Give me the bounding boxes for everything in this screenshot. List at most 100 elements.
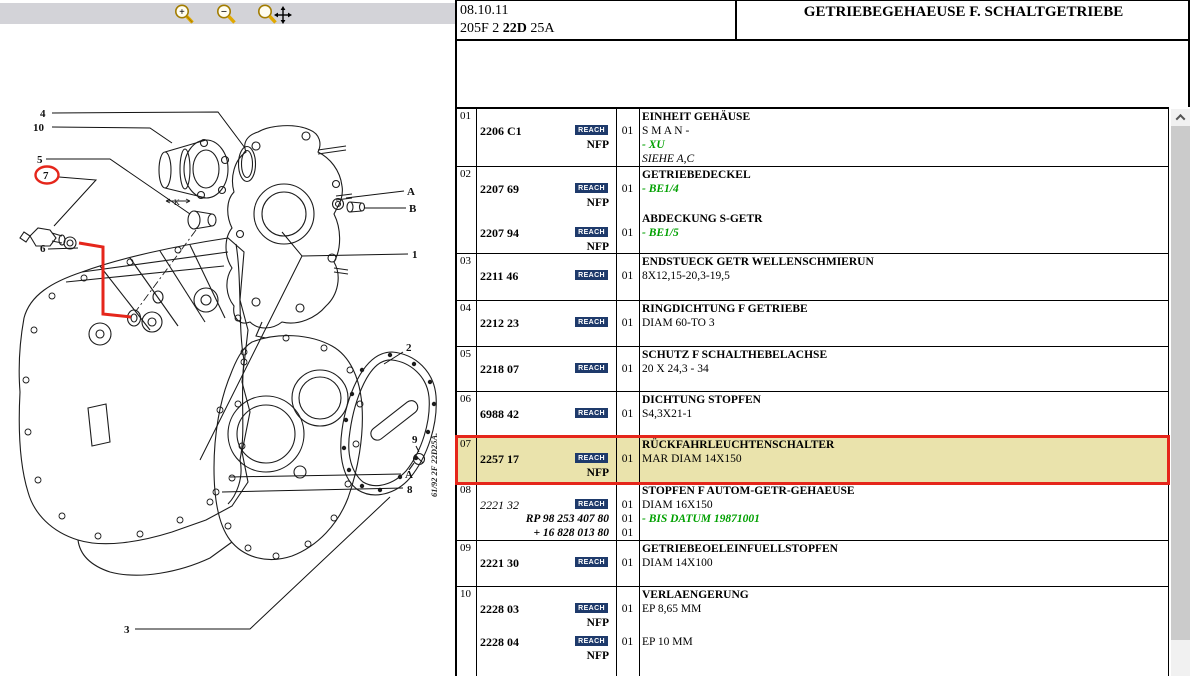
- table-scrollbar[interactable]: [1171, 109, 1190, 676]
- parts-table: 01 EINHEIT GEHÄUSE 2206 C1 REACH 01 S M …: [457, 107, 1169, 676]
- part-title: RÜCKFAHRLEUCHTENSCHALTER: [642, 439, 834, 452]
- bell-housing-front-drawing: [226, 126, 352, 338]
- superseded-part-number[interactable]: RP 98 253 407 80: [480, 513, 609, 526]
- scroll-up-button[interactable]: [1171, 109, 1190, 126]
- zoom-in-button[interactable]: +: [172, 3, 198, 24]
- header-reference-block: 08.10.11 205F 2 22D 25A: [457, 1, 737, 40]
- row-ref: 03: [460, 255, 471, 268]
- nfp-label: NFP: [480, 197, 609, 210]
- callout-8[interactable]: 8: [407, 484, 413, 496]
- reach-badge[interactable]: REACH: [575, 408, 608, 418]
- dimension-label-k: K: [174, 198, 180, 207]
- quantity: 01: [617, 499, 638, 512]
- part-title: STOPFEN F AUTOM-GETR-GEHAEUSE: [642, 485, 855, 498]
- nfp-label: NFP: [480, 139, 609, 152]
- part-title: ENDSTUECK GETR WELLENSCHMIERUN: [642, 256, 874, 269]
- part-see-also: SIEHE A,C: [642, 153, 694, 166]
- nfp-label: NFP: [480, 467, 609, 480]
- part-number[interactable]: 2221 32: [480, 499, 519, 512]
- scrollbar-thumb[interactable]: [1171, 126, 1190, 640]
- part-note: - BE1/5: [642, 227, 679, 240]
- replacement-part-number[interactable]: + 16 828 013 80: [480, 527, 609, 540]
- quantity: 01: [617, 527, 638, 540]
- callout-10[interactable]: 10: [33, 122, 45, 134]
- scroll-up-icon: [1176, 114, 1186, 124]
- extension-unit-drawing: [159, 140, 229, 204]
- part-note: - BIS DATUM 19871001: [642, 513, 760, 526]
- table-row-02[interactable]: 02 GETRIEBEDECKEL 2207 69 REACH 01 - BE1…: [457, 167, 1168, 254]
- table-row-04[interactable]: 04 RINGDICHTUNG F GETRIEBE 2212 23 REACH…: [457, 301, 1168, 347]
- row-ref: 05: [460, 348, 471, 361]
- reach-badge[interactable]: REACH: [575, 125, 608, 135]
- reverse-switch-drawing: [20, 228, 76, 249]
- part-number[interactable]: 2211 46: [480, 270, 518, 283]
- table-row-03[interactable]: 03 ENDSTUECK GETR WELLENSCHMIERUN 2211 4…: [457, 254, 1168, 301]
- callout-7-highlighted[interactable]: 7: [43, 170, 49, 182]
- row-ref: 10: [460, 588, 471, 601]
- washer-and-plug-drawing: [333, 199, 365, 213]
- part-number[interactable]: 2228 04: [480, 636, 519, 649]
- part-number[interactable]: 2221 30: [480, 557, 519, 570]
- part-number[interactable]: 2207 69: [480, 183, 519, 196]
- zoom-pan-icon: [256, 3, 292, 25]
- quantity: 01: [617, 408, 638, 421]
- part-number[interactable]: 2212 23: [480, 317, 519, 330]
- gearbox-line-art: [19, 126, 436, 576]
- callout-5[interactable]: 5: [37, 154, 43, 166]
- part-detail: S M A N -: [642, 125, 689, 138]
- callout-b[interactable]: B: [409, 203, 417, 215]
- header-spacer-box: [457, 41, 1190, 107]
- page-title: GETRIEBEGEHAEUSE F. SCHALTGETRIEBE: [739, 1, 1188, 40]
- part-number[interactable]: 2206 C1: [480, 125, 522, 138]
- part-title: DICHTUNG STOPFEN: [642, 394, 761, 407]
- reach-badge[interactable]: REACH: [575, 636, 608, 646]
- protector-cap-drawing: [188, 211, 216, 229]
- reach-badge[interactable]: REACH: [575, 557, 608, 567]
- table-row-05[interactable]: 05 SCHUTZ F SCHALTHEBELACHSE 2218 07 REA…: [457, 347, 1168, 392]
- part-spec: 8X12,15-20,3-19,5: [642, 270, 730, 283]
- part-note: - BE1/4: [642, 183, 679, 196]
- table-row-10[interactable]: 10 VERLAENGERUNG 2228 03 REACH 01 EP 8,6…: [457, 587, 1168, 676]
- reach-badge[interactable]: REACH: [575, 270, 608, 280]
- table-row-06[interactable]: 06 DICHTUNG STOPFEN 6988 42 REACH 01 S4,…: [457, 392, 1168, 437]
- callout-3[interactable]: 3: [124, 624, 130, 636]
- table-row-07-highlighted[interactable]: 07 RÜCKFAHRLEUCHTENSCHALTER 2257 17 REAC…: [457, 437, 1168, 483]
- table-row-09[interactable]: 09 GETRIEBEOELEINFUELLSTOPFEN 2221 30 RE…: [457, 541, 1168, 587]
- header-date: 08.10.11: [460, 2, 735, 20]
- reach-badge[interactable]: REACH: [575, 499, 608, 509]
- callout-9[interactable]: 9: [412, 434, 418, 446]
- reach-badge[interactable]: REACH: [575, 453, 608, 463]
- reach-badge[interactable]: REACH: [575, 363, 608, 373]
- reach-badge[interactable]: REACH: [575, 183, 608, 193]
- zoom-pan-button[interactable]: [256, 3, 292, 24]
- row-ref: 04: [460, 302, 471, 315]
- part-spec: DIAM 60-TO 3: [642, 317, 715, 330]
- part-title: ABDECKUNG S-GETR: [642, 213, 762, 226]
- reach-badge[interactable]: REACH: [575, 317, 608, 327]
- zoom-in-icon: +: [172, 3, 198, 25]
- table-row-01[interactable]: 01 EINHEIT GEHÄUSE 2206 C1 REACH 01 S M …: [457, 109, 1168, 167]
- centerline: [136, 230, 196, 311]
- reach-badge[interactable]: REACH: [575, 603, 608, 613]
- callout-a-top[interactable]: A: [407, 186, 415, 198]
- row-ref: 01: [460, 110, 471, 123]
- callout-2[interactable]: 2: [406, 342, 412, 354]
- column-rule: [639, 109, 640, 676]
- part-number[interactable]: 2257 17: [480, 453, 519, 466]
- part-spec: EP 10 MM: [642, 636, 693, 649]
- zoom-out-button[interactable]: −: [214, 3, 240, 24]
- callout-1[interactable]: 1: [412, 249, 418, 261]
- callout-a-bottom[interactable]: A: [405, 469, 413, 481]
- part-number[interactable]: 6988 42: [480, 408, 519, 421]
- quantity: 01: [617, 603, 638, 616]
- nfp-label: NFP: [480, 617, 609, 630]
- part-spec: DIAM 14X100: [642, 557, 713, 570]
- part-number[interactable]: 2207 94: [480, 227, 519, 240]
- reach-badge[interactable]: REACH: [575, 227, 608, 237]
- callout-6[interactable]: 6: [40, 243, 46, 255]
- callout-4[interactable]: 4: [40, 108, 46, 120]
- part-title: RINGDICHTUNG F GETRIEBE: [642, 303, 808, 316]
- table-row-08[interactable]: 08 STOPFEN F AUTOM-GETR-GEHAEUSE 2221 32…: [457, 483, 1168, 541]
- part-number[interactable]: 2228 03: [480, 603, 519, 616]
- part-number[interactable]: 2218 07: [480, 363, 519, 376]
